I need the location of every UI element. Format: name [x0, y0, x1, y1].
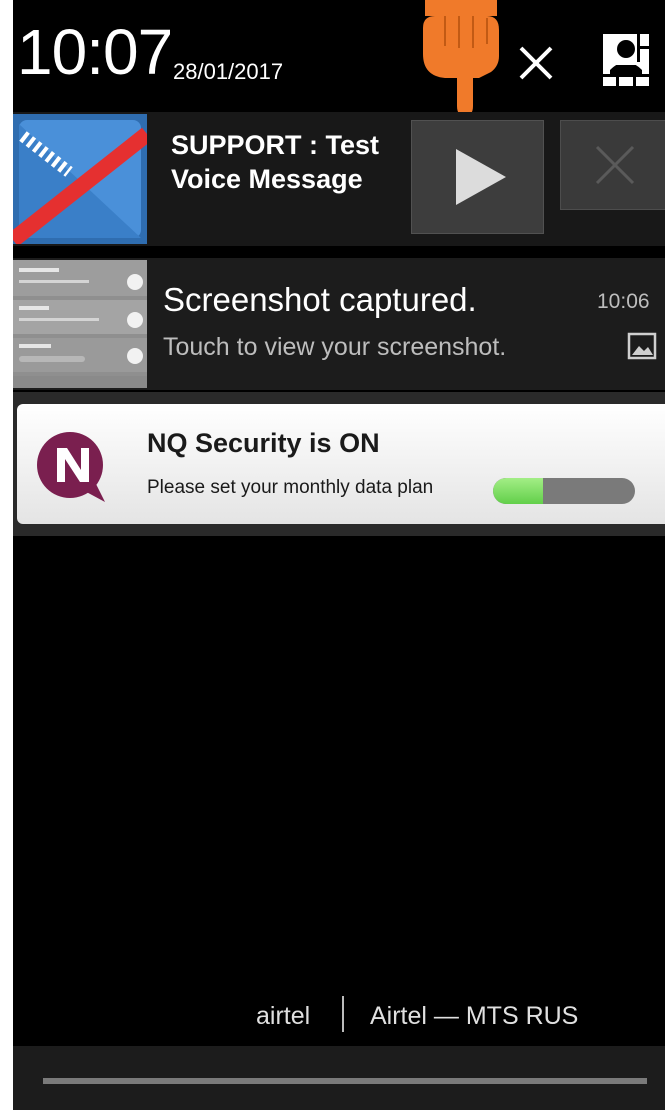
carrier-sim2: Airtel — MTS RUS [370, 1002, 579, 1030]
image-icon [627, 332, 657, 360]
clock: 10:07 [17, 16, 173, 88]
nq-title: NQ Security is ON [147, 428, 380, 458]
voice-message-title: SUPPORT : Test Voice Message [171, 130, 380, 194]
carrier-sim1: airtel [256, 1002, 311, 1030]
screenshot-title: Screenshot captured. [163, 281, 477, 318]
carrier-divider [342, 996, 344, 1032]
screenshot-notification[interactable]: Screenshot captured. Touch to view your … [13, 258, 665, 390]
screenshot-subtitle: Touch to view your screenshot. [163, 333, 507, 361]
notification-shade: 10:07 28/01/2017 SUPPORT: Test Voice Me… [13, 0, 665, 1110]
screenshot-time: 10:06 [597, 290, 650, 313]
app-icon [13, 114, 147, 244]
play-icon [455, 149, 506, 205]
carrier-labels: airtel Airtel — MTS RUS [13, 996, 665, 1036]
dismiss-button[interactable] [560, 120, 665, 210]
screenshot-thumbnail [13, 260, 147, 388]
play-button[interactable] [411, 120, 544, 234]
nq-logo-icon [37, 432, 105, 502]
close-icon [595, 145, 635, 185]
clear-all-icon[interactable] [513, 40, 559, 86]
drag-handle[interactable] [43, 1078, 647, 1084]
data-plan-progress-bar [493, 478, 635, 504]
data-plan-progress-fill [493, 478, 543, 504]
date: 28/01/2017 [173, 59, 284, 84]
quick-settings-icon[interactable] [601, 32, 651, 88]
nq-card[interactable]: NQ Security is ON Please set your monthl… [17, 404, 665, 524]
shade-bottom-bar[interactable] [13, 1046, 665, 1110]
nq-security-notification[interactable]: NQ Security is ON Please set your monthl… [13, 392, 665, 536]
shade-header: 10:07 28/01/2017 [13, 0, 665, 116]
voice-message-notification[interactable]: SUPPORT : Test Voice Message [13, 112, 665, 246]
pointing-hand-icon [423, 0, 499, 116]
nq-subtitle: Please set your monthly data plan [147, 477, 434, 498]
